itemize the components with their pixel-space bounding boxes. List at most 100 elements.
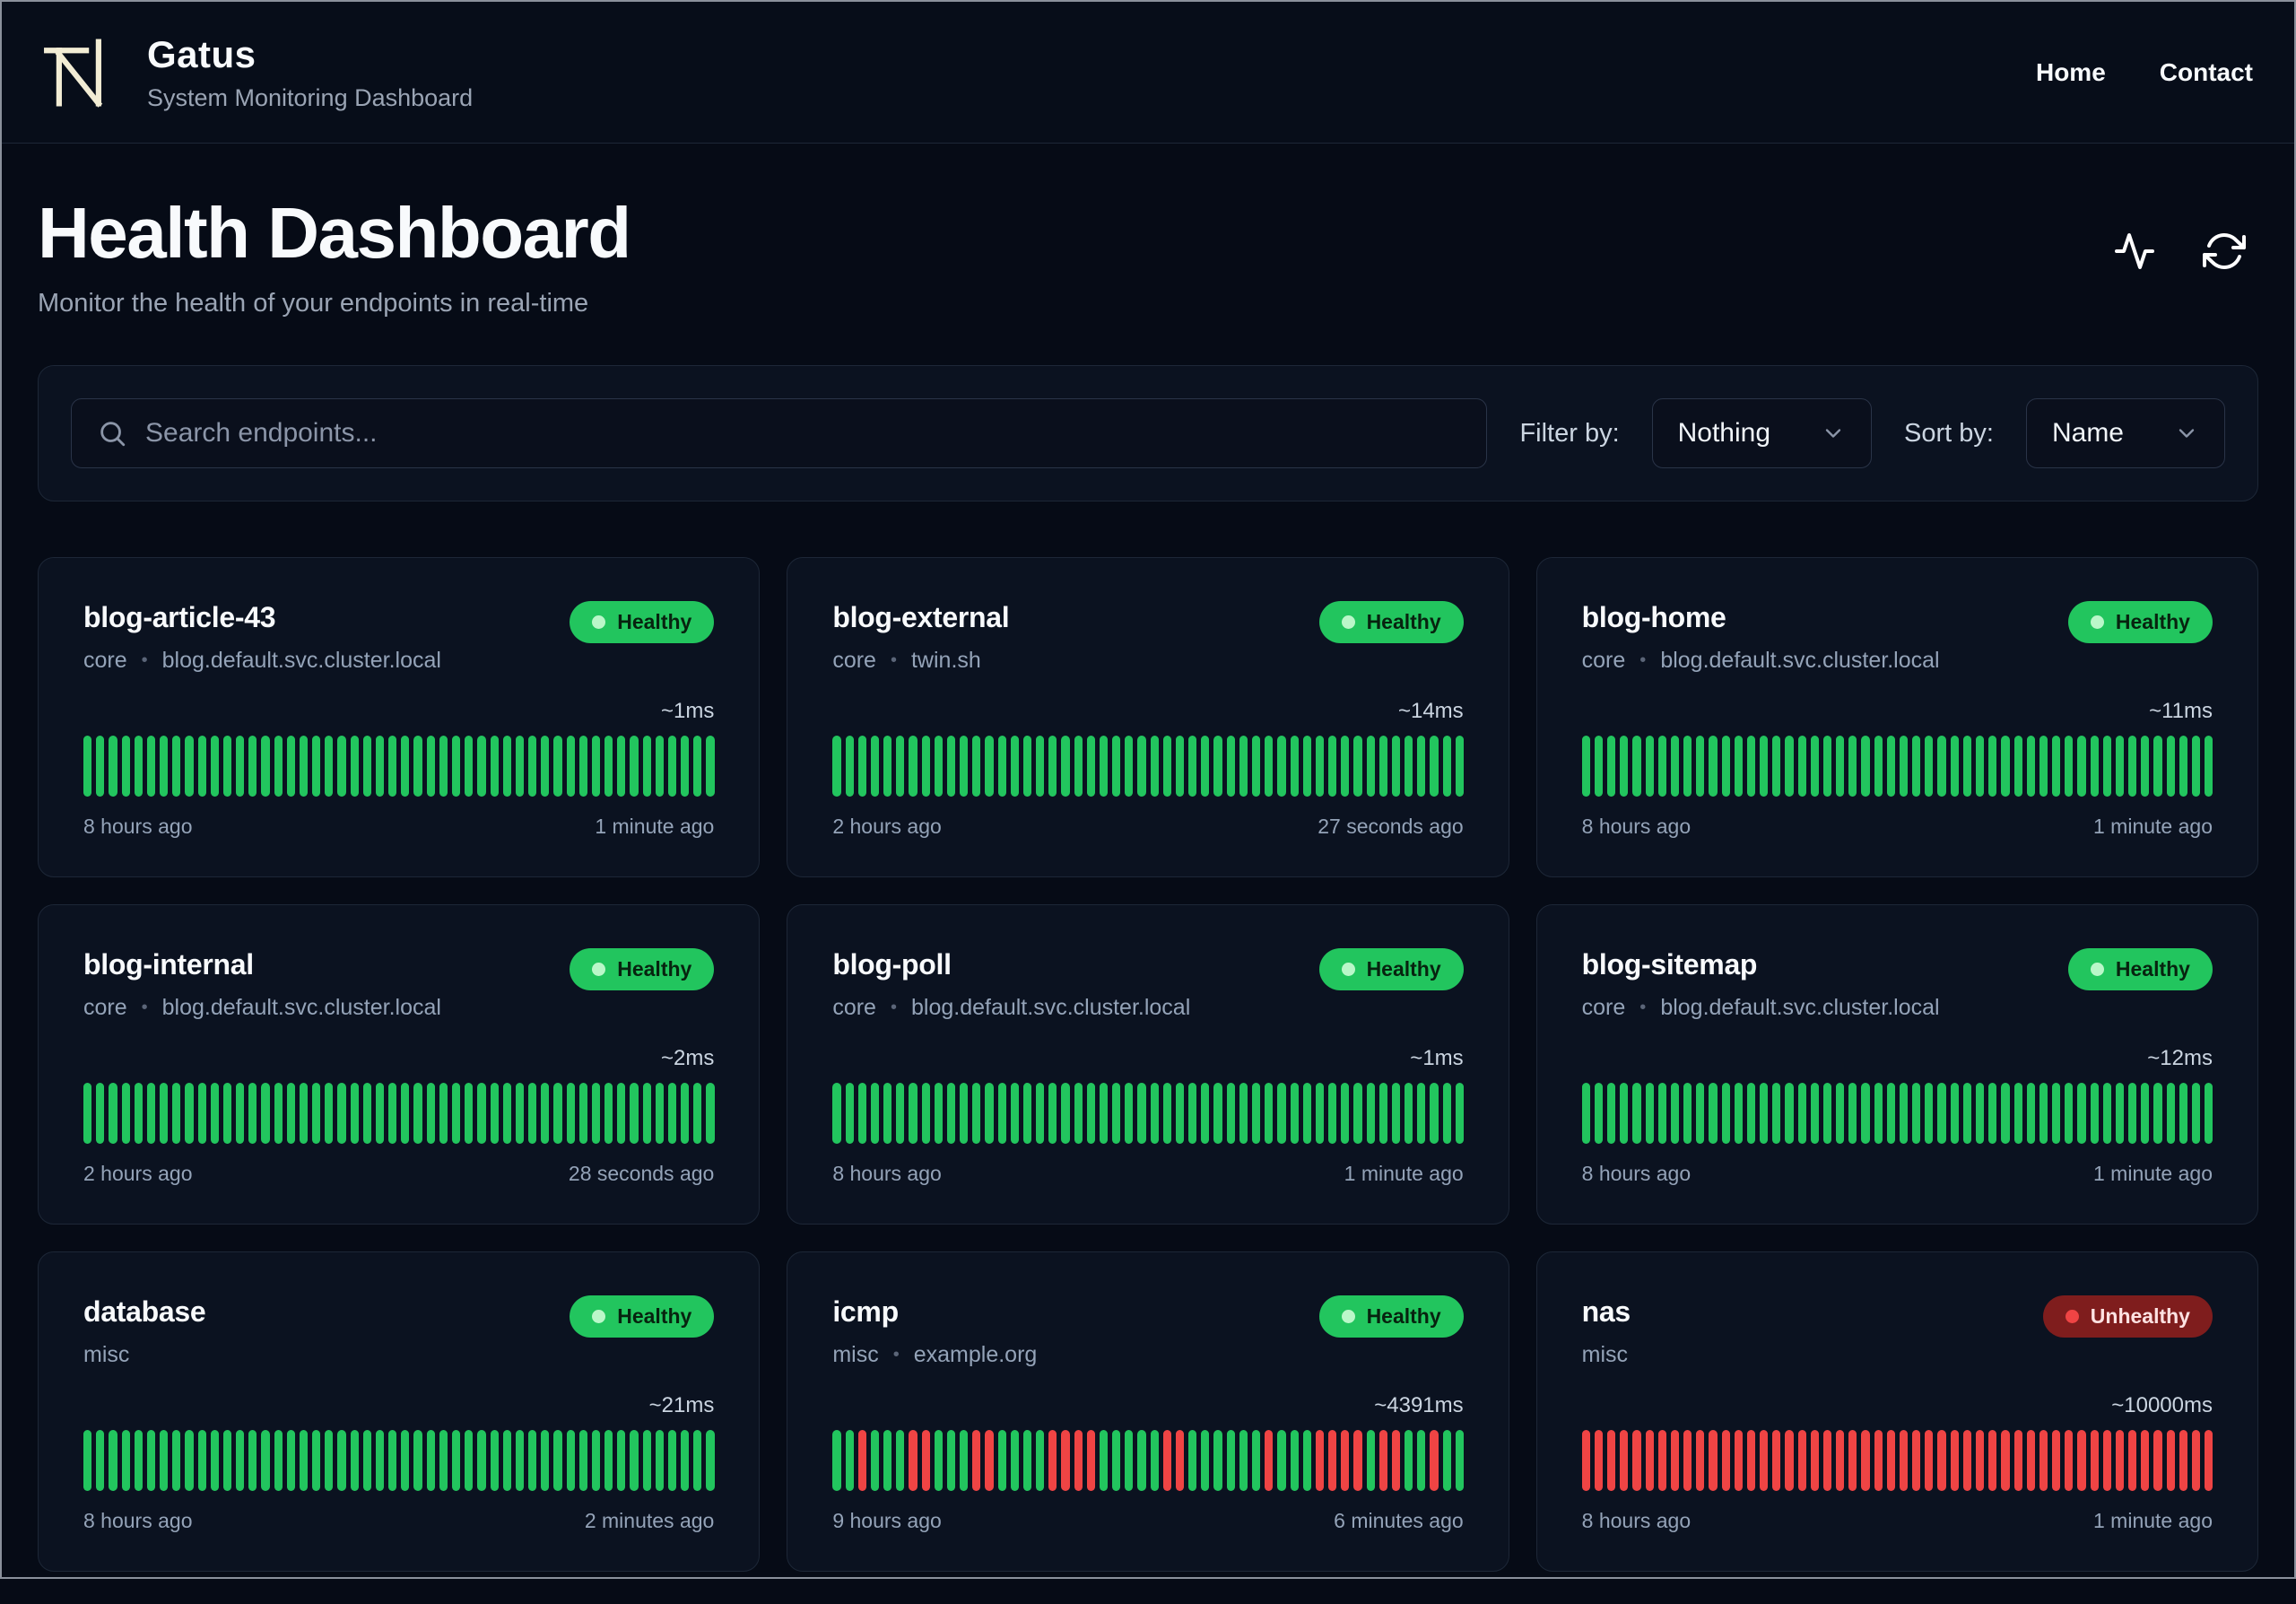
history-bar[interactable] (2191, 1430, 2201, 1491)
history-bar[interactable] (909, 1083, 918, 1144)
history-bar[interactable] (2179, 1083, 2187, 1144)
history-bar[interactable] (236, 736, 245, 797)
history-bar[interactable] (465, 736, 474, 797)
history-bar[interactable] (1290, 1430, 1299, 1491)
history-bar[interactable] (1430, 1083, 1439, 1144)
history-bar[interactable] (1201, 1083, 1210, 1144)
history-bar[interactable] (1265, 736, 1274, 797)
history-bar[interactable] (1810, 1083, 1819, 1144)
history-bar[interactable] (1746, 736, 1756, 797)
history-bar[interactable] (1670, 736, 1680, 797)
history-bar[interactable] (832, 736, 841, 797)
history-bar[interactable] (541, 1430, 550, 1491)
history-bar[interactable] (883, 1083, 892, 1144)
history-bar[interactable] (1874, 736, 1883, 797)
history-bar[interactable] (222, 1083, 232, 1144)
history-bar[interactable] (1874, 1430, 1883, 1491)
history-bar[interactable] (870, 736, 880, 797)
history-bar[interactable] (2102, 1083, 2111, 1144)
history-bar[interactable] (896, 736, 905, 797)
history-bar[interactable] (362, 736, 371, 797)
history-bar[interactable] (1746, 1083, 1756, 1144)
history-bar[interactable] (883, 736, 892, 797)
history-bar[interactable] (997, 1430, 1006, 1491)
history-bar[interactable] (362, 1430, 371, 1491)
history-bar[interactable] (655, 736, 664, 797)
history-bar[interactable] (2115, 1430, 2125, 1491)
history-bar[interactable] (1061, 1430, 1070, 1491)
history-bar[interactable] (960, 736, 969, 797)
history-bar[interactable] (350, 1083, 359, 1144)
history-bar[interactable] (1632, 1430, 1641, 1491)
history-bar[interactable] (1417, 1430, 1426, 1491)
history-bar[interactable] (413, 1430, 422, 1491)
history-bar[interactable] (1125, 1430, 1134, 1491)
history-bar[interactable] (2128, 1430, 2137, 1491)
history-bar[interactable] (1442, 1083, 1451, 1144)
history-bar[interactable] (1366, 1430, 1375, 1491)
history-bar[interactable] (2205, 1430, 2213, 1491)
history-bar[interactable] (2153, 736, 2162, 797)
history-bar[interactable] (1937, 1430, 1946, 1491)
history-bar[interactable] (1328, 736, 1337, 797)
history-bar[interactable] (413, 736, 422, 797)
history-bar[interactable] (1912, 1083, 1921, 1144)
history-bar[interactable] (1581, 1083, 1590, 1144)
history-bar[interactable] (160, 1083, 169, 1144)
history-bar[interactable] (870, 1083, 880, 1144)
history-bar[interactable] (2166, 1430, 2175, 1491)
history-bar[interactable] (1328, 1430, 1337, 1491)
nav-link-contact[interactable]: Contact (2160, 58, 2253, 87)
history-bar[interactable] (642, 1430, 651, 1491)
history-bar[interactable] (2090, 1083, 2099, 1144)
history-bar[interactable] (248, 1083, 257, 1144)
history-bar[interactable] (299, 736, 309, 797)
history-bar[interactable] (248, 736, 257, 797)
history-bar[interactable] (210, 736, 219, 797)
history-bar[interactable] (693, 1083, 702, 1144)
history-bar[interactable] (2039, 736, 2048, 797)
history-bar[interactable] (1328, 1083, 1337, 1144)
history-bar[interactable] (946, 1430, 956, 1491)
history-bar[interactable] (667, 736, 677, 797)
history-bar[interactable] (972, 1430, 981, 1491)
history-bar[interactable] (490, 1083, 499, 1144)
history-bar[interactable] (286, 1083, 295, 1144)
history-bar[interactable] (134, 1430, 143, 1491)
history-bar[interactable] (2039, 1083, 2048, 1144)
history-bar[interactable] (934, 1430, 943, 1491)
history-bar[interactable] (706, 1083, 715, 1144)
history-bar[interactable] (1988, 736, 1997, 797)
history-bar[interactable] (248, 1430, 257, 1491)
history-bar[interactable] (2166, 1083, 2175, 1144)
history-bar[interactable] (1405, 736, 1413, 797)
history-bar[interactable] (2001, 1430, 2010, 1491)
history-bar[interactable] (375, 1430, 385, 1491)
history-bar[interactable] (1607, 736, 1616, 797)
history-bar[interactable] (337, 736, 346, 797)
history-bar[interactable] (325, 1430, 334, 1491)
history-bar[interactable] (401, 1083, 410, 1144)
history-bar[interactable] (1734, 1083, 1743, 1144)
history-bar[interactable] (604, 736, 613, 797)
history-bar[interactable] (1607, 1430, 1616, 1491)
history-bar[interactable] (1721, 1083, 1730, 1144)
history-bar[interactable] (1366, 736, 1375, 797)
history-bar[interactable] (566, 736, 575, 797)
history-bar[interactable] (1150, 1083, 1159, 1144)
history-bar[interactable] (337, 1083, 346, 1144)
history-bar[interactable] (490, 1430, 499, 1491)
history-bar[interactable] (1150, 1430, 1159, 1491)
history-bar[interactable] (921, 1083, 930, 1144)
history-bar[interactable] (1112, 736, 1121, 797)
history-bar[interactable] (2065, 736, 2074, 797)
history-bar[interactable] (591, 1430, 601, 1491)
history-bar[interactable] (172, 1083, 181, 1144)
history-bar[interactable] (1150, 736, 1159, 797)
history-bar[interactable] (401, 736, 410, 797)
history-bar[interactable] (1302, 736, 1311, 797)
history-bar[interactable] (1252, 736, 1261, 797)
history-bar[interactable] (465, 1083, 474, 1144)
history-bar[interactable] (642, 1083, 651, 1144)
history-bar[interactable] (2141, 1083, 2150, 1144)
